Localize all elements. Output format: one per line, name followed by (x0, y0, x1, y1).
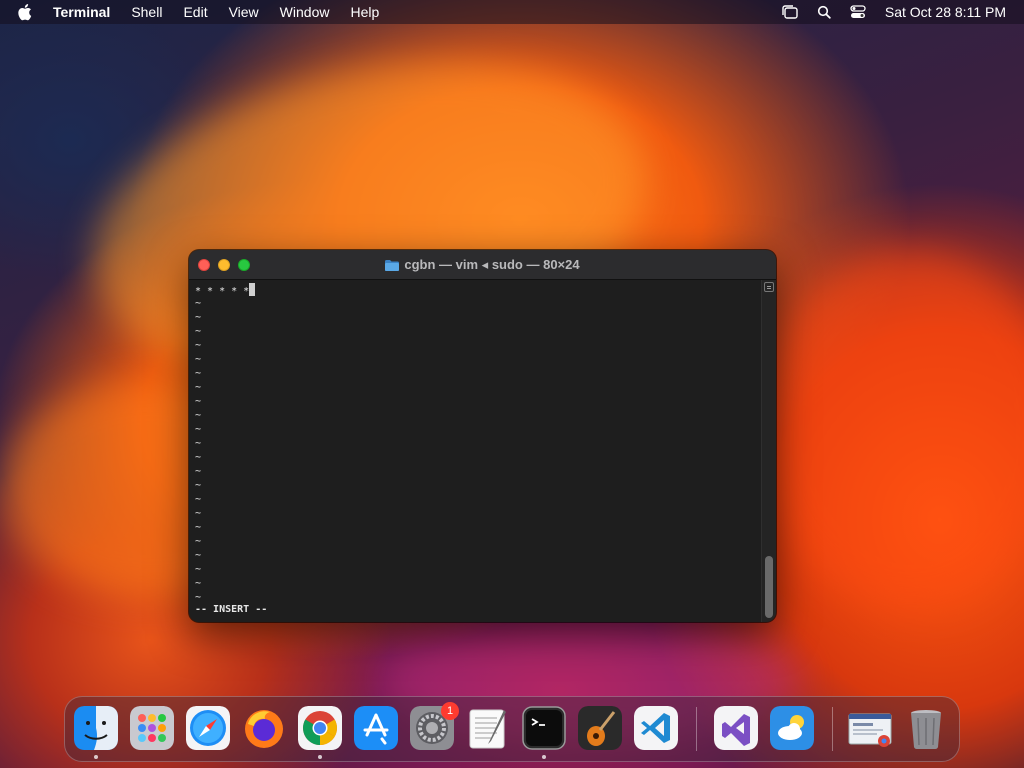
vim-empty-line-marker: ~ (195, 382, 202, 393)
vim-empty-line-marker: ~ (195, 438, 202, 449)
firefox-icon[interactable] (242, 706, 286, 750)
vim-empty-line-marker: ~ (195, 368, 202, 379)
vscode-icon[interactable] (634, 706, 678, 750)
terminal-line: * * * * * (195, 283, 761, 297)
stage-manager-icon[interactable] (781, 4, 799, 20)
menu-bar-status-area: Sat Oct 28 8:11 PM (765, 0, 1006, 24)
vim-empty-line-marker: ~ (195, 312, 202, 323)
vim-empty-line-marker: ~ (195, 452, 202, 463)
terminal-content[interactable]: * * * * * ~ ~ ~ ~ ~ ~ ~ ~ ~ ~ ~ ~ ~ ~ ~ ~ ~ ~ ~ ~ ~ ~ -- INSE… (189, 280, 761, 622)
vim-empty-line-marker: ~ (195, 480, 202, 491)
textedit-icon[interactable] (466, 706, 510, 750)
control-center-icon[interactable] (849, 4, 867, 20)
vim-empty-line-marker: ~ (195, 550, 202, 561)
trash-icon[interactable] (904, 706, 948, 750)
text-cursor (249, 283, 256, 296)
dock (64, 696, 960, 762)
finder-icon[interactable] (74, 706, 118, 750)
notification-badge: 1 (441, 702, 459, 720)
vim-empty-line-marker: ~ (195, 354, 202, 365)
app-store-icon[interactable] (354, 706, 398, 750)
apple-logo-icon[interactable] (18, 3, 34, 21)
dock-separator (832, 707, 833, 751)
wallpaper-shape (760, 250, 1024, 610)
window-title: cgbn — vim ◂ sudo — 80×24 (404, 257, 580, 272)
empty-lines: ~ ~ ~ ~ ~ ~ ~ ~ ~ ~ ~ ~ ~ ~ ~ ~ ~ ~ ~ ~ ~ ~ (195, 297, 761, 605)
vim-empty-line-marker: ~ (195, 396, 202, 407)
vim-empty-line-marker: ~ (195, 522, 202, 533)
menu-window[interactable]: Window (280, 0, 330, 24)
menu-bar-clock[interactable]: Sat Oct 28 8:11 PM (885, 4, 1006, 20)
vim-mode-indicator: -- INSERT -- (195, 604, 268, 615)
window-title-area: cgbn — vim ◂ sudo — 80×24 (189, 250, 776, 280)
terminal-window: cgbn — vim ◂ sudo — 80×24 * * * * * ~ ~ ~ ~… (189, 250, 776, 622)
buffer-text: * * * * * (195, 286, 250, 297)
vim-empty-line-marker: ~ (195, 410, 202, 421)
menu-app-name[interactable]: Terminal (53, 0, 110, 24)
chrome-icon[interactable] (298, 706, 342, 750)
spotlight-search-icon[interactable] (815, 4, 833, 20)
scrollbar-thumb[interactable] (765, 556, 773, 618)
running-indicator (318, 755, 322, 759)
vim-empty-line-marker: ~ (195, 494, 202, 505)
garageband-icon[interactable] (578, 706, 622, 750)
vim-empty-line-marker: ~ (195, 564, 202, 575)
scrollbar[interactable] (761, 280, 776, 622)
vim-empty-line-marker: ~ (195, 578, 202, 589)
window-titlebar[interactable]: cgbn — vim ◂ sudo — 80×24 (189, 250, 776, 280)
split-pane-icon[interactable] (764, 282, 774, 292)
folder-icon (385, 259, 400, 271)
vim-empty-line-marker: ~ (195, 466, 202, 477)
menu-shell[interactable]: Shell (131, 0, 162, 24)
running-indicator (94, 755, 98, 759)
vim-empty-line-marker: ~ (195, 424, 202, 435)
chrome-window-icon[interactable] (848, 706, 892, 750)
vim-empty-line-marker: ~ (195, 326, 202, 337)
vim-empty-line-marker: ~ (195, 536, 202, 547)
menu-edit[interactable]: Edit (183, 0, 207, 24)
menu-help[interactable]: Help (350, 0, 379, 24)
visual-studio-icon[interactable] (714, 706, 758, 750)
running-indicator (542, 755, 546, 759)
dock-separator (696, 707, 697, 751)
launchpad-icon[interactable] (130, 706, 174, 750)
menu-bar: Terminal Shell Edit View Window Help Sat… (0, 0, 1024, 24)
vim-empty-line-marker: ~ (195, 508, 202, 519)
safari-icon[interactable] (186, 706, 230, 750)
vim-empty-line-marker: ~ (195, 340, 202, 351)
weather-icon[interactable] (770, 706, 814, 750)
menu-view[interactable]: View (229, 0, 259, 24)
vim-empty-line-marker: ~ (195, 592, 202, 603)
vim-empty-line-marker: ~ (195, 298, 202, 309)
terminal-icon[interactable] (522, 706, 566, 750)
